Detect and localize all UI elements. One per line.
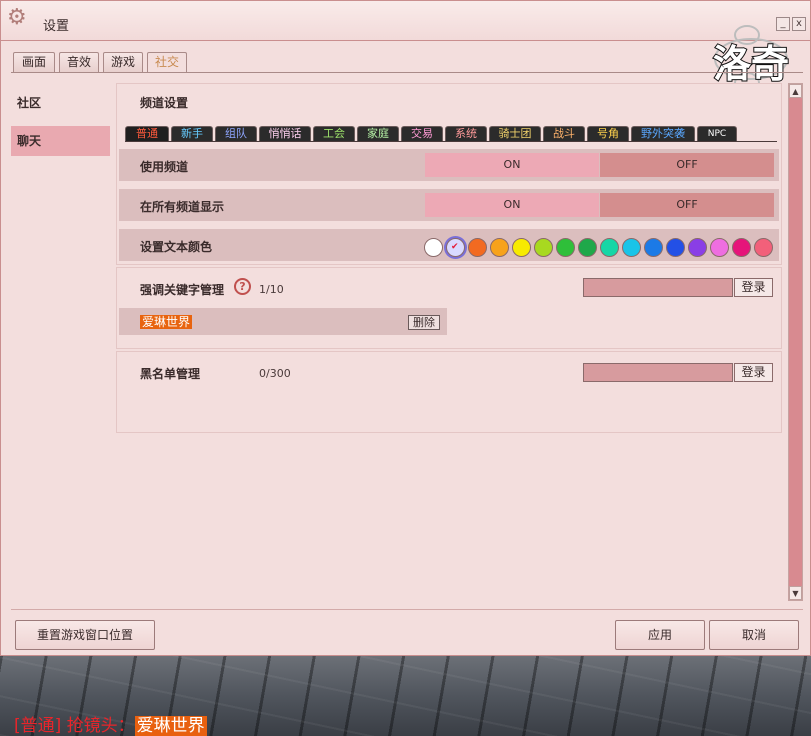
keyword-count: 1/10: [259, 283, 284, 296]
keyword-register-button[interactable]: 登录: [734, 278, 773, 297]
channel-tab-field-raid[interactable]: 野外突袭: [631, 126, 695, 141]
reset-window-position-button[interactable]: 重置游戏窗口位置: [15, 620, 155, 650]
channel-tab-label: 家庭: [367, 127, 389, 140]
use-channel-label: 使用频道: [140, 160, 189, 174]
chat-sender: 抢镜头：: [66, 716, 135, 736]
logo-text: 洛奇: [713, 42, 789, 86]
channel-tab-label: 系统: [455, 127, 477, 140]
channel-tab-party[interactable]: 组队: [215, 126, 257, 141]
text-color-label: 设置文本颜色: [140, 240, 213, 254]
keyword-input[interactable]: [583, 278, 733, 297]
channel-tab-system[interactable]: 系统: [445, 126, 487, 141]
cancel-button[interactable]: 取消: [709, 620, 799, 650]
chat-channel: [普通]: [14, 716, 62, 736]
scroll-up-arrow-icon[interactable]: ▲: [789, 84, 802, 98]
channel-tab-whisper[interactable]: 悄悄话: [259, 126, 311, 141]
channel-settings-title: 频道设置: [140, 96, 189, 110]
tab-screen[interactable]: 画面: [13, 52, 55, 73]
color-swatch[interactable]: [688, 238, 707, 257]
blacklist-register-button[interactable]: 登录: [734, 363, 773, 382]
channel-tab-label: 野外突袭: [641, 127, 685, 140]
blacklist-count: 0/300: [259, 367, 291, 380]
channel-tab-label: 战斗: [553, 127, 575, 140]
color-swatch[interactable]: [556, 238, 575, 257]
channel-tab-label: 工会: [323, 127, 345, 140]
content-scrollbar[interactable]: ▲ ▼: [788, 83, 803, 601]
setting-row-use-channel: 使用频道 ON OFF: [119, 149, 779, 181]
settings-window: ⚙ 设置 _ x 洛奇 画面 音效 游戏 社交 社区 聊天 ▲ ▼ 频道设置 普…: [0, 0, 811, 656]
color-swatch[interactable]: [622, 238, 641, 257]
color-swatch[interactable]: [600, 238, 619, 257]
show-all-off-button[interactable]: OFF: [600, 193, 774, 217]
setting-row-show-all: 在所有频道显示 ON OFF: [119, 189, 779, 221]
scroll-thumb[interactable]: [789, 98, 802, 586]
channel-tab-normal[interactable]: 普通: [125, 126, 169, 141]
channel-tabs: 普通 新手 组队 悄悄话 工会 家庭 交易 系统 骑士团 战斗 号角 野外突袭 …: [125, 126, 777, 142]
sidebar: 社区 聊天: [11, 83, 111, 603]
channel-tab-newbie[interactable]: 新手: [171, 126, 213, 141]
channel-tab-label: 新手: [181, 127, 203, 140]
color-swatch[interactable]: [732, 238, 751, 257]
channel-tab-label: 骑士团: [498, 127, 532, 140]
channel-tab-npc[interactable]: NPC: [697, 126, 737, 141]
tab-social[interactable]: 社交: [147, 52, 187, 73]
show-all-on-button[interactable]: ON: [425, 193, 599, 217]
scroll-down-arrow-icon[interactable]: ▼: [789, 586, 802, 600]
color-swatch[interactable]: [578, 238, 597, 257]
chat-highlighted-name: 爱琳世界: [134, 716, 207, 736]
channel-tab-label: 普通: [136, 127, 158, 140]
color-swatch[interactable]: [710, 238, 729, 257]
title-bar[interactable]: ⚙ 设置 _ x: [1, 1, 810, 41]
color-swatch[interactable]: ✔: [446, 238, 465, 257]
gear-icon: ⚙: [7, 5, 27, 30]
color-swatch[interactable]: [512, 238, 531, 257]
channel-tab-label: 组队: [225, 127, 247, 140]
sidebar-item-community[interactable]: 社区: [11, 88, 110, 118]
blacklist-input[interactable]: [583, 363, 733, 382]
keyword-delete-button[interactable]: 删除: [408, 315, 440, 330]
checkmark-icon: ✔: [451, 242, 459, 252]
channel-tab-label: 号角: [597, 127, 619, 140]
tab-game[interactable]: 游戏: [103, 52, 143, 73]
color-swatch[interactable]: [468, 238, 487, 257]
window-title: 设置: [43, 19, 70, 34]
apply-button[interactable]: 应用: [615, 620, 705, 650]
channel-tab-family[interactable]: 家庭: [357, 126, 399, 141]
use-channel-on-button[interactable]: ON: [425, 153, 599, 177]
color-swatch[interactable]: [666, 238, 685, 257]
color-swatch[interactable]: [424, 238, 443, 257]
keyword-label: 强调关键字管理: [140, 283, 225, 297]
color-swatch[interactable]: [490, 238, 509, 257]
channel-tab-trade[interactable]: 交易: [401, 126, 443, 141]
footer-divider: [11, 609, 803, 610]
keyword-item: 爱琳世界 删除: [119, 308, 447, 335]
channel-tab-label: NPC: [707, 129, 727, 139]
channel-tab-guild[interactable]: 工会: [313, 126, 355, 141]
color-swatch[interactable]: [644, 238, 663, 257]
channel-tab-battle[interactable]: 战斗: [543, 126, 585, 141]
channel-tab-label: 悄悄话: [268, 127, 302, 140]
channel-tab-knights[interactable]: 骑士团: [489, 126, 541, 141]
color-swatch[interactable]: [754, 238, 773, 257]
show-all-label: 在所有频道显示: [140, 200, 225, 214]
keyword-item-name: 爱琳世界: [140, 315, 193, 329]
chat-message: [普通] 抢镜头： 爱琳世界: [14, 716, 207, 736]
blacklist-label: 黑名单管理: [140, 367, 201, 381]
sidebar-item-chat[interactable]: 聊天: [11, 126, 110, 156]
channel-tab-horn[interactable]: 号角: [587, 126, 629, 141]
color-swatch[interactable]: [534, 238, 553, 257]
use-channel-off-button[interactable]: OFF: [600, 153, 774, 177]
help-icon[interactable]: ?: [234, 278, 251, 295]
channel-tab-label: 交易: [411, 127, 433, 140]
tab-sound[interactable]: 音效: [59, 52, 99, 73]
tabs-divider: [11, 72, 803, 73]
